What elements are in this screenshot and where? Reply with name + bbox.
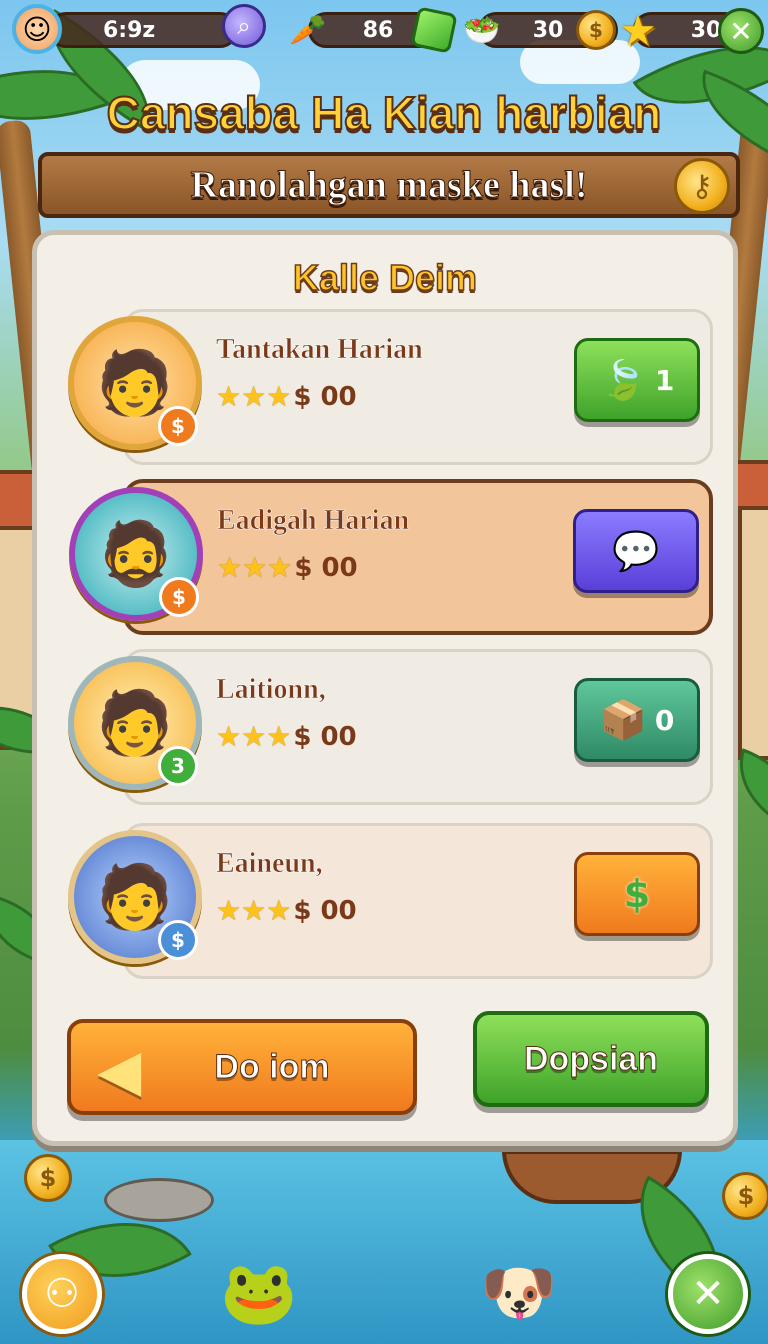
- secondary-action-button[interactable]: Dopsian: [473, 1011, 709, 1107]
- coin-icon: $: [24, 1154, 72, 1202]
- primary-button-label: Do iom: [214, 1047, 330, 1086]
- list-item[interactable]: 🧔 $ Eadigah Harian ★★★ $ 00 💬: [69, 479, 713, 635]
- badge-icon: 3: [158, 746, 198, 786]
- top-resource-bar: ☺ 6:9z ⌕ 🥕 86 🥗 30 $ ★ 30 ✕: [8, 4, 764, 55]
- chat-bubble-icon: 💬: [612, 528, 660, 573]
- character-avatar: 🧑 $: [68, 830, 202, 964]
- panel-title: Kalle Deim: [292, 256, 478, 299]
- quest-panel: Kalle Deim 🧑 $ Tantakan Harian ★★★ $ 00 …: [32, 230, 738, 1146]
- profile-button[interactable]: ⚇: [22, 1254, 102, 1334]
- badge-icon: $: [159, 577, 199, 617]
- row-title: Eadigah Harian: [217, 505, 410, 537]
- timer-pill: 6:9z: [48, 12, 238, 48]
- profile-icon: ⚇: [44, 1271, 80, 1317]
- character-avatar: 🧑 3: [68, 656, 202, 790]
- star-rating: ★★★ $ 00: [217, 551, 358, 584]
- player-avatar[interactable]: ☺: [12, 4, 62, 54]
- button-value: 1: [654, 363, 675, 397]
- gems-value: 86: [362, 17, 394, 43]
- green-gem-icon[interactable]: [410, 6, 458, 54]
- screen-title: Cansaba Ha Kian harbian: [106, 86, 663, 140]
- star-icon: ★: [619, 5, 657, 55]
- leaf-icon: 🍃: [599, 357, 647, 402]
- star-icon: ★★★: [216, 894, 292, 927]
- food-value: 30: [532, 17, 564, 43]
- row-score: $ 00: [293, 895, 357, 926]
- vegetable-icon: 🥕: [289, 12, 327, 48]
- crate-button[interactable]: 📦 0: [574, 678, 700, 762]
- list-item[interactable]: 🧑 3 Laitionn, ★★★ $ 00 📦 0: [68, 649, 713, 805]
- row-score: $ 00: [294, 552, 358, 583]
- badge-icon: $: [158, 920, 198, 960]
- close-icon[interactable]: ✕: [718, 8, 764, 54]
- star-icon: ★★★: [216, 380, 292, 413]
- stars-value: 30: [690, 17, 722, 43]
- secondary-button-label: Dopsian: [523, 1039, 659, 1078]
- green-creature-icon[interactable]: 🐸: [220, 1256, 297, 1330]
- row-title: Eaineun,: [216, 848, 323, 880]
- primary-action-button[interactable]: ◀ Do iom: [67, 1019, 417, 1115]
- chat-button[interactable]: 💬: [573, 509, 699, 593]
- close-button[interactable]: ✕: [668, 1254, 748, 1334]
- star-rating: ★★★ $ 00: [216, 380, 357, 413]
- banner-text: Ranolahgan maske hasl!: [190, 164, 588, 207]
- row-score: $ 00: [293, 721, 357, 752]
- food-bowl-icon: 🥗: [463, 12, 501, 48]
- magnifier-icon[interactable]: ⌕: [222, 4, 266, 48]
- claim-button[interactable]: 🍃 1: [574, 338, 700, 422]
- star-icon: ★★★: [216, 720, 292, 753]
- key-icon[interactable]: ⚷: [674, 158, 730, 214]
- star-rating: ★★★ $ 00: [216, 894, 357, 927]
- button-value: 0: [654, 703, 675, 737]
- badge-icon: $: [158, 406, 198, 446]
- star-rating: ★★★ $ 00: [216, 720, 357, 753]
- character-avatar: 🧔 $: [69, 487, 203, 621]
- dollar-button[interactable]: $: [574, 852, 700, 936]
- close-icon: ✕: [691, 1271, 725, 1317]
- timer-text: 6:9z: [103, 17, 156, 43]
- star-icon: ★★★: [217, 551, 293, 584]
- list-item[interactable]: 🧑 $ Tantakan Harian ★★★ $ 00 🍃 1: [68, 309, 713, 465]
- horn-icon: ◀: [99, 1041, 141, 1101]
- crate-icon: 📦: [599, 697, 647, 742]
- gold-coin-icon[interactable]: $: [574, 8, 618, 52]
- character-avatar: 🧑 $: [68, 316, 202, 450]
- coin-icon: $: [722, 1172, 768, 1220]
- banner-plank: Ranolahgan maske hasl! ⚷: [38, 152, 740, 218]
- dog-creature-icon[interactable]: 🐶: [480, 1256, 557, 1330]
- list-item[interactable]: 🧑 $ Eaineun, ★★★ $ 00 $: [68, 823, 713, 979]
- dollar-splash-icon: $: [623, 872, 651, 916]
- row-title: Laitionn,: [216, 674, 326, 706]
- row-score: $ 00: [293, 381, 357, 412]
- row-title: Tantakan Harian: [216, 334, 423, 366]
